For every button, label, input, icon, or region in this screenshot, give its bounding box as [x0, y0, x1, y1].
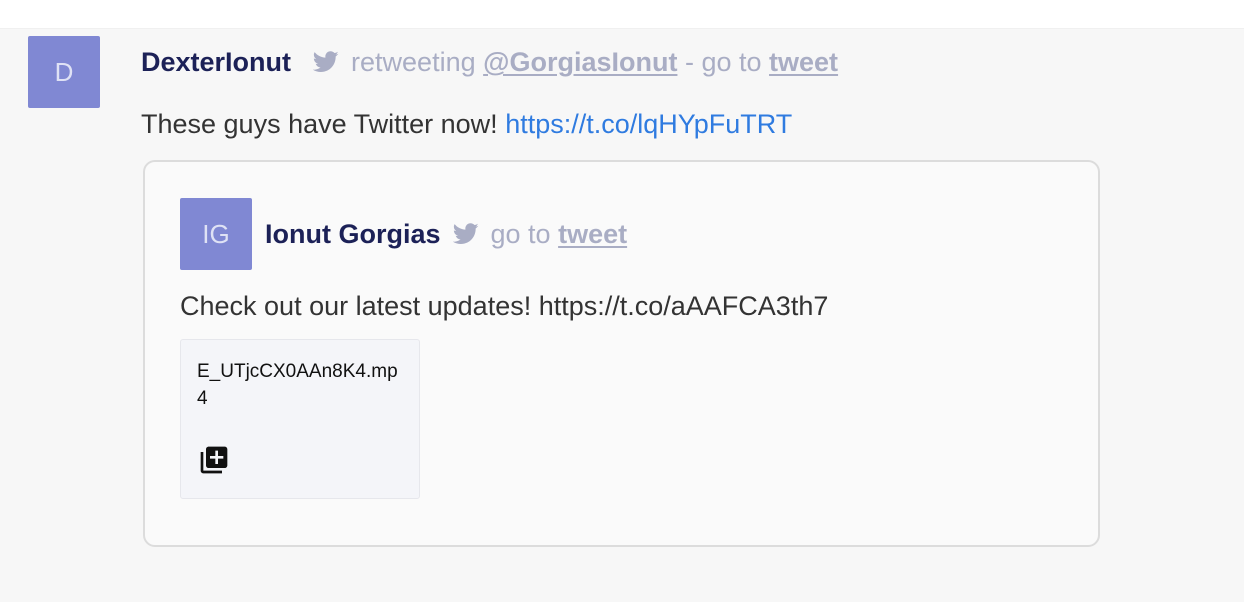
message-text: These guys have Twitter now! — [141, 109, 498, 139]
attachment-filename: E_UTjcCX0AAn8K4.mp4 — [197, 361, 398, 409]
sender-name: DexterIonut — [141, 47, 292, 77]
quoted-author-avatar: IG — [180, 198, 252, 270]
quoted-tweet-card: IG Ionut Gorgias go to tweet Check out o… — [143, 160, 1100, 547]
top-strip — [0, 0, 1244, 29]
retweeted-handle-link[interactable]: @GorgiasIonut — [483, 45, 677, 79]
quoted-avatar-initials: IG — [202, 218, 230, 249]
quoted-go-to-tweet-link[interactable]: tweet — [558, 217, 627, 251]
add-to-library-icon[interactable] — [198, 444, 230, 476]
twitter-bird-icon — [313, 51, 339, 73]
quoted-tweet-text: Check out our latest updates! https://t.… — [180, 291, 829, 321]
video-attachment[interactable]: E_UTjcCX0AAn8K4.mp4 — [180, 339, 420, 499]
quoted-tweet-header: Ionut Gorgias go to tweet — [265, 217, 627, 251]
retweeting-label: retweeting — [351, 47, 476, 77]
go-to-label: - go to — [684, 47, 762, 77]
message-link[interactable]: https://t.co/lqHYpFuTRT — [505, 109, 792, 139]
sender-avatar-initial: D — [54, 56, 74, 87]
go-to-tweet-link[interactable]: tweet — [769, 45, 838, 79]
quoted-go-to-label: go to — [490, 219, 551, 249]
message-body: These guys have Twitter now! https://t.c… — [141, 107, 792, 141]
twitter-bird-icon — [452, 223, 479, 245]
sender-avatar: D — [28, 36, 100, 108]
message-header: DexterIonut retweeting @GorgiasIonut - g… — [141, 45, 838, 79]
quoted-author-name: Ionut Gorgias — [265, 219, 441, 249]
retweet-message: D DexterIonut retweeting @GorgiasIonut -… — [0, 29, 1244, 602]
